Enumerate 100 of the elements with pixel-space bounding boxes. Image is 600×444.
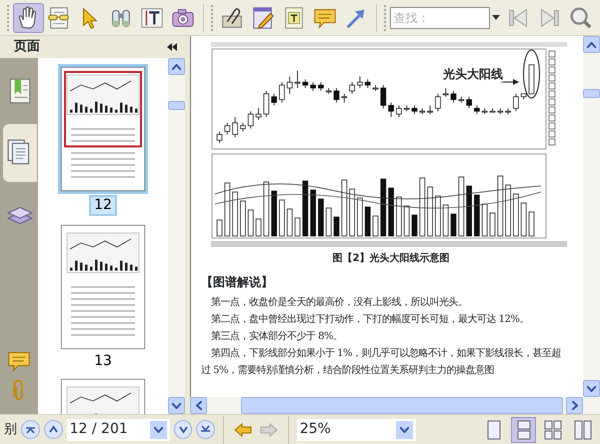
figure-caption: 图【2】光头大阳线示意图 — [332, 252, 450, 266]
scrollbar-thumb[interactable] — [241, 397, 563, 414]
section-heading: 【图谱解说】 — [201, 274, 274, 290]
chevron-icon — [26, 425, 35, 434]
candlestick — [412, 105, 418, 114]
volume-bar — [326, 208, 332, 236]
scroll-up-button[interactable] — [583, 36, 600, 53]
callout-label: 光头大阳线 — [443, 66, 503, 82]
volume-bar — [263, 182, 270, 236]
candlestick — [326, 88, 332, 94]
panel-tab[interactable] — [3, 124, 37, 182]
volume-bar — [232, 192, 238, 236]
page-nav-button[interactable] — [44, 420, 63, 439]
paragraph: 第一点，收盘价是全天的最高价，没有上影线，所以叫光头。 — [211, 296, 468, 310]
candlestick — [224, 122, 230, 135]
page-nav-button[interactable] — [196, 420, 216, 439]
caret-icon — [154, 426, 163, 432]
chevron-down-icon — [587, 386, 596, 392]
candlestick — [427, 105, 433, 114]
view-mode-button[interactable] — [510, 416, 536, 442]
chevron-up-icon — [172, 64, 181, 70]
chevron-icon — [201, 425, 210, 434]
scrollbar-thumb[interactable] — [168, 101, 185, 110]
chevron-icon — [178, 425, 188, 434]
candlestick — [466, 96, 472, 109]
highlight-ellipse — [523, 50, 540, 98]
candlestick — [349, 82, 355, 94]
candlestick — [286, 76, 293, 94]
candlestick — [240, 122, 246, 132]
candlestick — [357, 76, 363, 88]
candlestick — [442, 88, 449, 98]
volume-bar — [310, 190, 316, 236]
volume-bar — [302, 180, 308, 236]
candlestick — [334, 88, 340, 103]
candlestick — [458, 96, 464, 103]
two-column-page-icon — [573, 420, 594, 440]
search-field[interactable]: 查找： — [390, 6, 490, 28]
volume-bar — [520, 202, 527, 236]
chevron-up-icon — [587, 42, 596, 48]
scroll-left-button[interactable] — [190, 397, 207, 414]
left-arrow-icon — [234, 422, 252, 438]
paragraph: 第三点，实体部分不少于 8%。 — [211, 330, 344, 344]
volume-bar — [482, 204, 488, 236]
scrollbar-thumb[interactable] — [583, 89, 600, 98]
volume-bar — [513, 194, 519, 236]
caret-icon — [400, 426, 409, 432]
page-thumbnail[interactable]: 12 — [58, 64, 148, 216]
volume-bar — [240, 200, 246, 236]
callout-arrow — [500, 79, 519, 85]
candlestick — [419, 108, 426, 114]
volume-bar — [357, 198, 363, 236]
paragraph: 过 5%，需要特别谨慎分析，结合阶段性位置关系研判主力的操盘意图 — [201, 364, 496, 378]
volume-bar — [380, 178, 386, 236]
tool-button[interactable] — [12, 2, 44, 32]
volume-bar — [396, 196, 402, 236]
volume-bar — [279, 200, 285, 236]
volume-bar — [224, 182, 230, 236]
candlestick — [232, 116, 238, 138]
candlestick — [497, 108, 504, 114]
volume-bar — [216, 220, 222, 236]
volume-bar — [294, 218, 300, 236]
paragraph: 第二点，盘中曾经出现过下打动作，下打的幅度可长可短，最大可达 12%。 — [211, 312, 530, 327]
volume-bar — [334, 216, 340, 236]
candlestick — [248, 110, 254, 129]
candlestick — [256, 108, 262, 120]
volume-bar — [528, 212, 534, 236]
right-arrow-icon — [260, 422, 278, 438]
grid-page-icon — [543, 420, 564, 440]
candlestick — [513, 93, 519, 112]
candlestick — [404, 105, 410, 112]
volume-bar — [318, 198, 324, 236]
paragraph: 第四点，下影线部分如果小于 1%，则几乎可以忽略不计，如果下影线很长，甚至超 — [211, 346, 562, 361]
candlestick — [310, 82, 316, 92]
chevron-left-icon — [196, 401, 202, 410]
zoom-field[interactable]: 25% — [296, 418, 416, 440]
page-nav-button[interactable] — [21, 420, 40, 439]
candlestick — [505, 108, 511, 114]
scroll-up-button[interactable] — [168, 58, 185, 75]
candlestick — [490, 108, 496, 113]
volume-bar — [427, 186, 433, 236]
scroll-down-button[interactable] — [583, 380, 600, 397]
candlestick — [520, 93, 527, 100]
scroll-right-button[interactable] — [566, 397, 583, 414]
candlestick — [388, 102, 394, 118]
volume-bar — [349, 188, 355, 236]
status-text: 别 — [4, 420, 17, 439]
scroll-down-button[interactable] — [168, 397, 185, 414]
volume-bar — [412, 214, 418, 236]
candlestick — [216, 131, 222, 144]
volume-bar — [505, 184, 511, 236]
candlestick — [263, 90, 270, 118]
chevron-icon — [48, 425, 58, 434]
candlestick — [318, 82, 324, 92]
volume-bar — [490, 212, 496, 236]
volume-bar — [364, 206, 371, 236]
candlestick — [271, 93, 277, 106]
page-number-field[interactable]: 12 / 201 — [66, 418, 170, 440]
volume-bar — [450, 214, 456, 236]
candlestick — [294, 70, 300, 88]
page-nav-button[interactable] — [174, 420, 192, 439]
